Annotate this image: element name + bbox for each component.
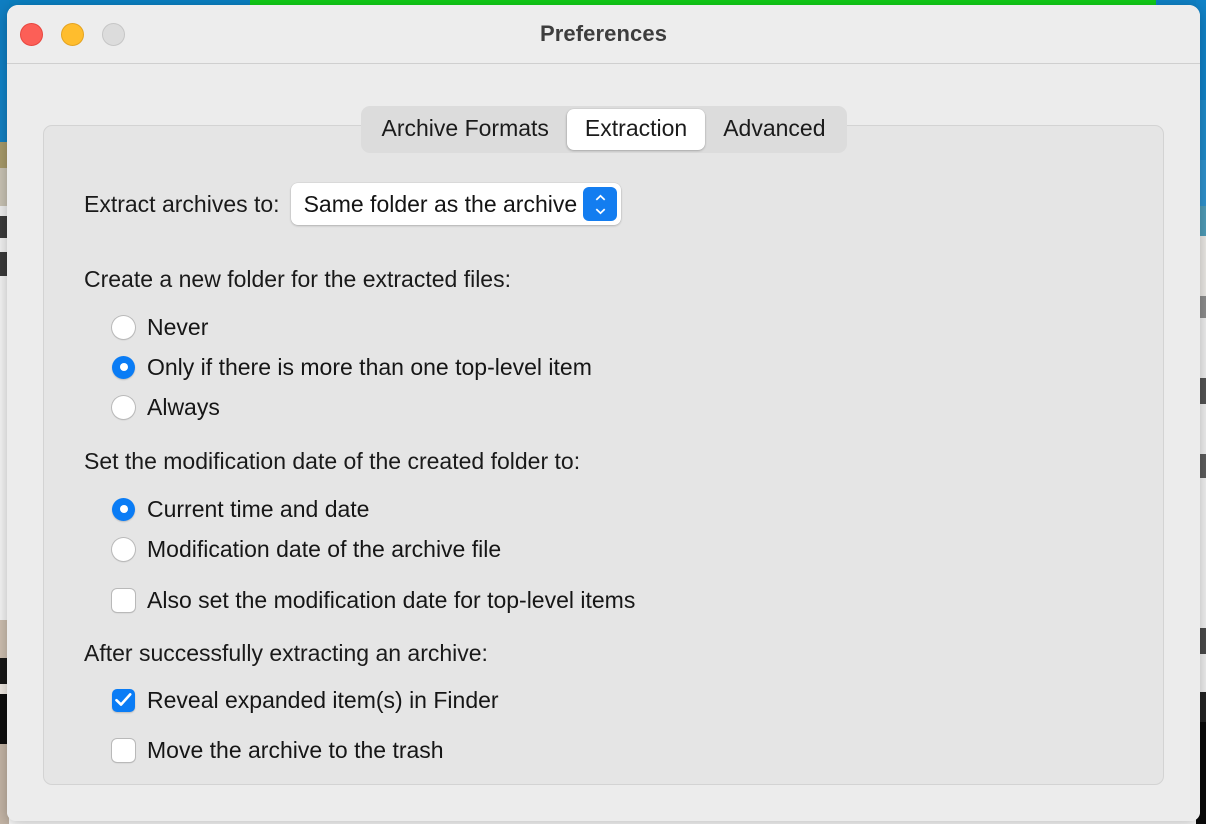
window-titlebar[interactable]: Preferences	[7, 5, 1200, 64]
radio-never-icon[interactable]	[112, 315, 135, 339]
radio-option-current-time-and-date[interactable]: Current time and date	[112, 493, 369, 525]
window-body: Archive Formats Extraction Advanced Extr…	[7, 64, 1200, 821]
checkbox-move-to-trash-icon[interactable]	[112, 738, 135, 762]
tab-bar: Archive Formats Extraction Advanced	[360, 106, 847, 153]
checkbox-also-set-icon[interactable]	[112, 588, 135, 612]
window-title: Preferences	[539, 21, 668, 46]
radio-option-only-if-more-than-one[interactable]: Only if there is more than one top-level…	[112, 351, 592, 383]
radio-current-time-label: Current time and date	[147, 495, 370, 522]
checkbox-reveal-in-finder-icon[interactable]	[112, 688, 135, 712]
extract-destination-value: Same folder as the archive	[303, 190, 578, 217]
preferences-window: Preferences Archive Formats Extraction A…	[7, 5, 1200, 821]
checkbox-option-also-set-top-level[interactable]: Also set the modification date for top-l…	[112, 584, 635, 616]
radio-archive-date-icon[interactable]	[112, 537, 135, 561]
extract-archives-to-label: Extract archives to:	[84, 190, 280, 217]
tab-archive-formats[interactable]: Archive Formats	[363, 109, 566, 150]
radio-always-label: Always	[147, 393, 220, 420]
create-new-folder-heading: Create a new folder for the extracted fi…	[84, 266, 511, 292]
checkbox-option-move-to-trash[interactable]: Move the archive to the trash	[112, 734, 444, 766]
radio-option-never[interactable]: Never	[112, 311, 208, 343]
checkbox-reveal-in-finder-label: Reveal expanded item(s) in Finder	[147, 686, 499, 713]
radio-always-icon[interactable]	[112, 395, 135, 419]
checkbox-also-set-label: Also set the modification date for top-l…	[147, 586, 636, 613]
chevron-up-down-icon[interactable]	[583, 187, 618, 221]
extract-archives-to-row: Extract archives to: Same folder as the …	[84, 183, 622, 225]
checkbox-option-reveal-in-finder[interactable]: Reveal expanded item(s) in Finder	[112, 684, 499, 716]
radio-only-if-more-label: Only if there is more than one top-level…	[147, 353, 592, 380]
radio-archive-date-label: Modification date of the archive file	[147, 535, 502, 562]
radio-current-time-icon[interactable]	[112, 497, 135, 521]
tab-extraction[interactable]: Extraction	[566, 109, 706, 150]
modification-date-heading: Set the modification date of the created…	[84, 448, 581, 474]
checkbox-move-to-trash-label: Move the archive to the trash	[147, 736, 444, 763]
extraction-settings-panel: Extract archives to: Same folder as the …	[43, 125, 1164, 785]
after-extracting-heading: After successfully extracting an archive…	[84, 640, 488, 666]
extract-destination-dropdown[interactable]: Same folder as the archive	[290, 183, 622, 225]
radio-option-archive-modification-date[interactable]: Modification date of the archive file	[112, 533, 501, 565]
tab-advanced[interactable]: Advanced	[705, 109, 843, 150]
radio-option-always[interactable]: Always	[112, 391, 220, 423]
radio-never-label: Never	[147, 313, 209, 340]
radio-only-if-more-icon[interactable]	[112, 355, 135, 379]
